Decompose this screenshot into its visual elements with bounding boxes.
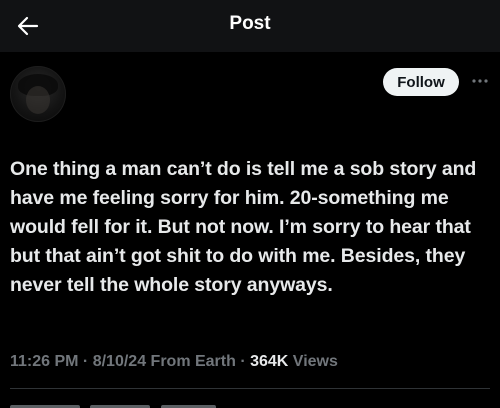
divider [10,388,490,389]
views-count[interactable]: 364K [250,353,288,370]
views-label: Views [288,353,338,370]
top-bar: Post [0,0,500,52]
post-time[interactable]: 11:26 PM [10,353,78,370]
post-text: One thing a man can’t do is tell me a so… [10,158,477,296]
post-date[interactable]: 8/10/24 [93,353,146,370]
engagement-stats-cutoff [10,400,250,408]
more-button[interactable] [468,70,492,92]
post-location: From Earth [146,353,236,370]
more-horizontal-icon [472,79,488,83]
avatar-face [26,86,50,114]
post-screen: Post Follow One thing a man can’t do is … [0,0,500,408]
follow-button[interactable]: Follow [383,68,459,96]
meta-separator: · [235,353,251,370]
page-title: Post [229,13,271,34]
post-meta: 11:26 PM · 8/10/24 From Earth · 364K Vie… [10,353,338,371]
avatar[interactable] [10,66,66,122]
meta-separator: · [78,353,93,370]
